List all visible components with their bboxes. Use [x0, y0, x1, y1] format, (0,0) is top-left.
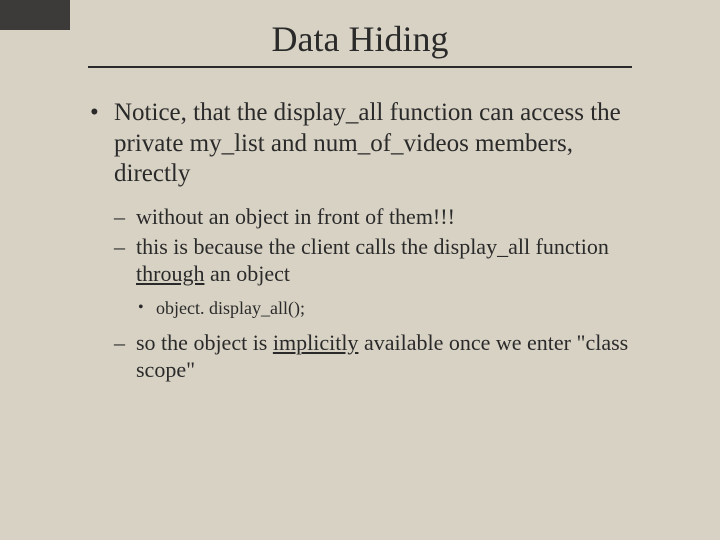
- code-text: object. display_all();: [156, 298, 305, 318]
- sub-bullet-text-a: so the object is: [136, 330, 273, 355]
- bullet-list-level2: without an object in front of them!!! th…: [114, 204, 630, 384]
- slide-content: Notice, that the display_all function ca…: [60, 98, 660, 384]
- sub-bullet-item: so the object is implicitly available on…: [114, 330, 630, 384]
- sub-bullet-item: this is because the client calls the dis…: [114, 234, 630, 320]
- code-bullet-item: object. display_all();: [136, 298, 630, 320]
- bullet-list-level1: Notice, that the display_all function ca…: [90, 98, 630, 384]
- sub-bullet-text: without an object in front of them!!!: [136, 204, 455, 229]
- sub-bullet-text-a: this is because the client calls the dis…: [136, 234, 609, 259]
- sub-bullet-item: without an object in front of them!!!: [114, 204, 630, 231]
- bullet-list-level3: object. display_all();: [136, 298, 630, 320]
- slide-container: Data Hiding Notice, that the display_all…: [0, 0, 720, 384]
- slide-title: Data Hiding: [60, 18, 660, 60]
- sub-bullet-text-b: an object: [204, 261, 290, 286]
- corner-accent: [0, 0, 70, 30]
- underlined-text: through: [136, 261, 204, 286]
- bullet-text: Notice, that the display_all function ca…: [114, 99, 621, 187]
- bullet-item: Notice, that the display_all function ca…: [90, 98, 630, 384]
- underlined-text: implicitly: [273, 330, 359, 355]
- title-underline: [88, 66, 632, 68]
